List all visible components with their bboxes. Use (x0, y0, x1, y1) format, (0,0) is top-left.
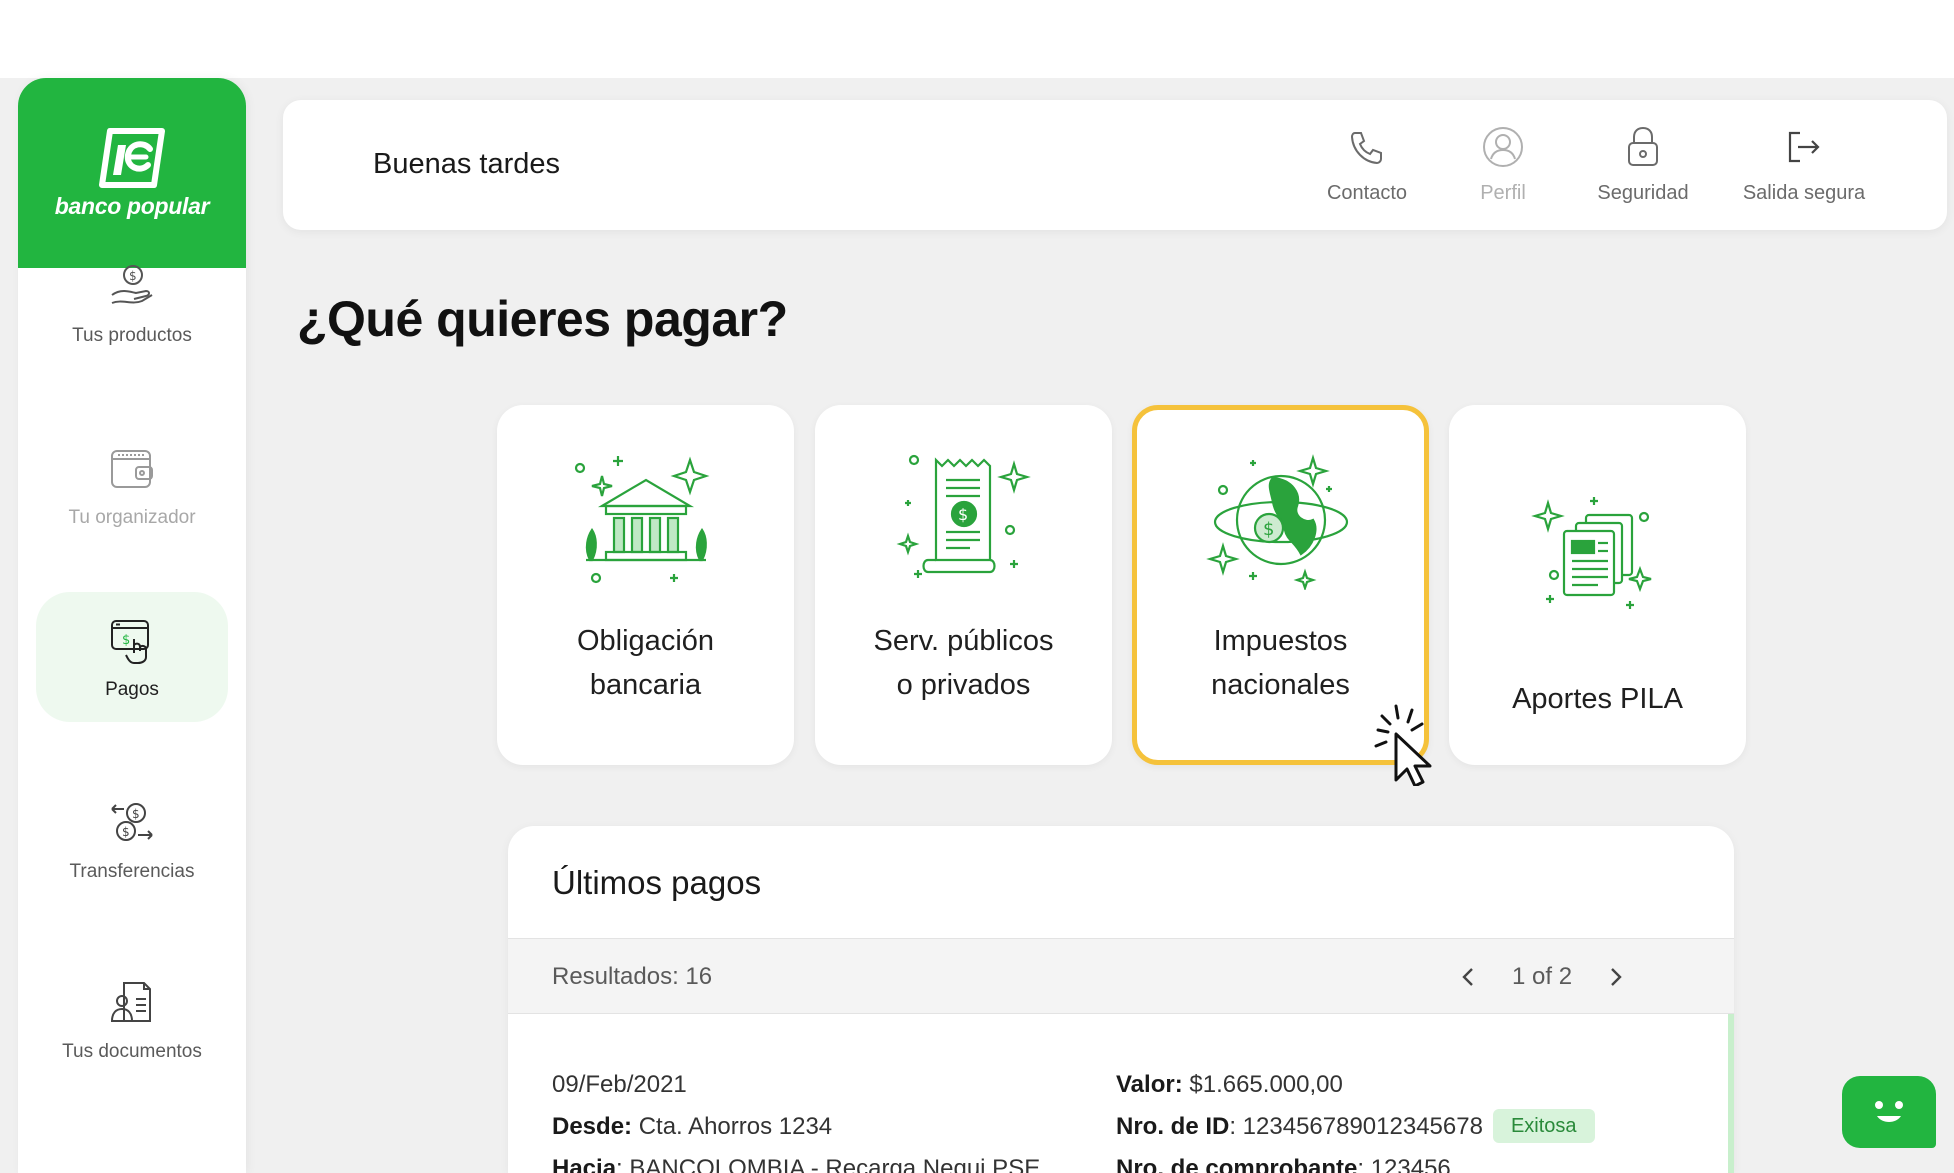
payment-option-label: Serv. públicos o privados (873, 625, 1054, 701)
payment-option-obligacion-bancaria[interactable]: Obligación bancaria (497, 405, 794, 765)
payment-option-aportes-pila[interactable]: Aportes PILA (1449, 405, 1746, 765)
last-payments-title: Últimos pagos (552, 864, 762, 901)
chat-assistant-button[interactable] (1842, 1076, 1936, 1148)
transaction-details-left: 09/Feb/2021 Desde: Cta. Ahorros 1234 Hac… (552, 1064, 1040, 1173)
payment-option-label: Aportes PILA (1512, 683, 1683, 715)
sidebar-item-tus-documentos[interactable]: Tus documentos (36, 954, 228, 1084)
wallet-icon (104, 441, 160, 497)
greeting-text: Buenas tardes (373, 148, 561, 180)
transfer-coins-icon: $ $ (104, 795, 160, 851)
pagination: 1 of 2 (1448, 957, 1636, 997)
svg-text:$: $ (1263, 519, 1274, 540)
profile-label: Perfil (1480, 182, 1526, 204)
documents-icon (104, 975, 160, 1031)
svg-text:$: $ (122, 633, 130, 648)
sidebar-item-label: Tus documentos (62, 1041, 202, 1062)
svg-text:$: $ (132, 807, 140, 821)
contact-label: Contacto (1326, 182, 1408, 204)
lock-icon (1625, 122, 1661, 172)
smiley-chat-icon (1875, 1101, 1903, 1122)
sidebar-item-transferencias[interactable]: $ $ Transferencias (36, 774, 228, 904)
transaction-details-right: Valor: $1.665.000,00 Nro. de ID: 1234567… (1116, 1064, 1595, 1173)
transaction-from: Desde: Cta. Ahorros 1234 (552, 1113, 833, 1140)
payment-option-label: Impuestos nacionales (1211, 625, 1350, 701)
last-payments-panel: Últimos pagos Resultados: 16 1 of 2 09/F… (508, 826, 1734, 1173)
banco-popular-logo-icon (99, 127, 165, 188)
svg-text:$: $ (122, 825, 130, 839)
transaction-amount: Valor: $1.665.000,00 (1116, 1071, 1343, 1098)
next-page-button[interactable] (1596, 957, 1636, 997)
sidebar-item-tu-organizador[interactable]: Tu organizador (36, 420, 228, 550)
row-status-accent (1728, 1014, 1734, 1173)
profile-button[interactable]: Perfil (1428, 122, 1578, 205)
phone-icon (1347, 122, 1387, 172)
sidebar-item-label: Transferencias (69, 861, 195, 882)
results-count: Resultados: 16 (552, 963, 713, 990)
svg-text:$: $ (129, 269, 137, 283)
transaction-date: 09/Feb/2021 (552, 1071, 687, 1098)
results-bar: Resultados: 16 1 of 2 (508, 938, 1734, 1014)
page-title: ¿Qué quieres pagar? (297, 291, 788, 347)
sidebar-item-label: Pagos (105, 679, 159, 700)
payment-option-servicios[interactable]: $ Serv. públicos o privados (815, 405, 1112, 765)
sidebar-item-pagos[interactable]: $ Pagos (36, 592, 228, 722)
svg-text:$: $ (958, 505, 968, 524)
documents-stack-icon (1513, 483, 1683, 633)
transaction-to: Hacia: BANCOLOMBIA - Recarga Nequi PSE (552, 1155, 1041, 1173)
security-button[interactable]: Seguridad (1568, 122, 1718, 205)
previous-page-button[interactable] (1448, 957, 1488, 997)
bank-building-icon (561, 445, 731, 595)
sidebar-item-label: Tu organizador (68, 507, 196, 528)
security-label: Seguridad (1597, 182, 1689, 204)
top-header: Buenas tardes Contacto Perfil Seguridad … (283, 100, 1947, 230)
logout-icon (1784, 122, 1824, 172)
click-cursor-icon (1368, 702, 1442, 791)
secure-logout-label: Salida segura (1742, 182, 1866, 204)
contact-button[interactable]: Contacto (1292, 122, 1442, 205)
secure-logout-button[interactable]: Salida segura (1729, 122, 1879, 205)
payment-screen-icon: $ (104, 613, 160, 669)
brand-name: banco popular (54, 192, 210, 219)
chevron-left-icon (1462, 968, 1473, 986)
sidebar-item-label: Tus productos (72, 325, 192, 346)
chevron-right-icon (1611, 968, 1622, 986)
hand-coin-icon: $ (104, 259, 160, 315)
globe-coin-icon: $ (1196, 445, 1366, 595)
sidebar: banco popular $ Tus productos Tu organiz… (18, 78, 246, 1173)
receipt-icon: $ (879, 445, 1049, 595)
page-indicator: 1 of 2 (1512, 963, 1573, 990)
status-badge: Exitosa (1492, 1108, 1595, 1143)
sidebar-item-tus-productos[interactable]: $ Tus productos (36, 238, 228, 368)
profile-icon (1481, 122, 1525, 172)
payment-option-label: Obligación bancaria (576, 625, 715, 701)
transaction-receipt: Nro. de comprobante: 123456 (1116, 1155, 1451, 1173)
transaction-id: Nro. de ID: 123456789012345678 Exitosa (1116, 1106, 1595, 1148)
